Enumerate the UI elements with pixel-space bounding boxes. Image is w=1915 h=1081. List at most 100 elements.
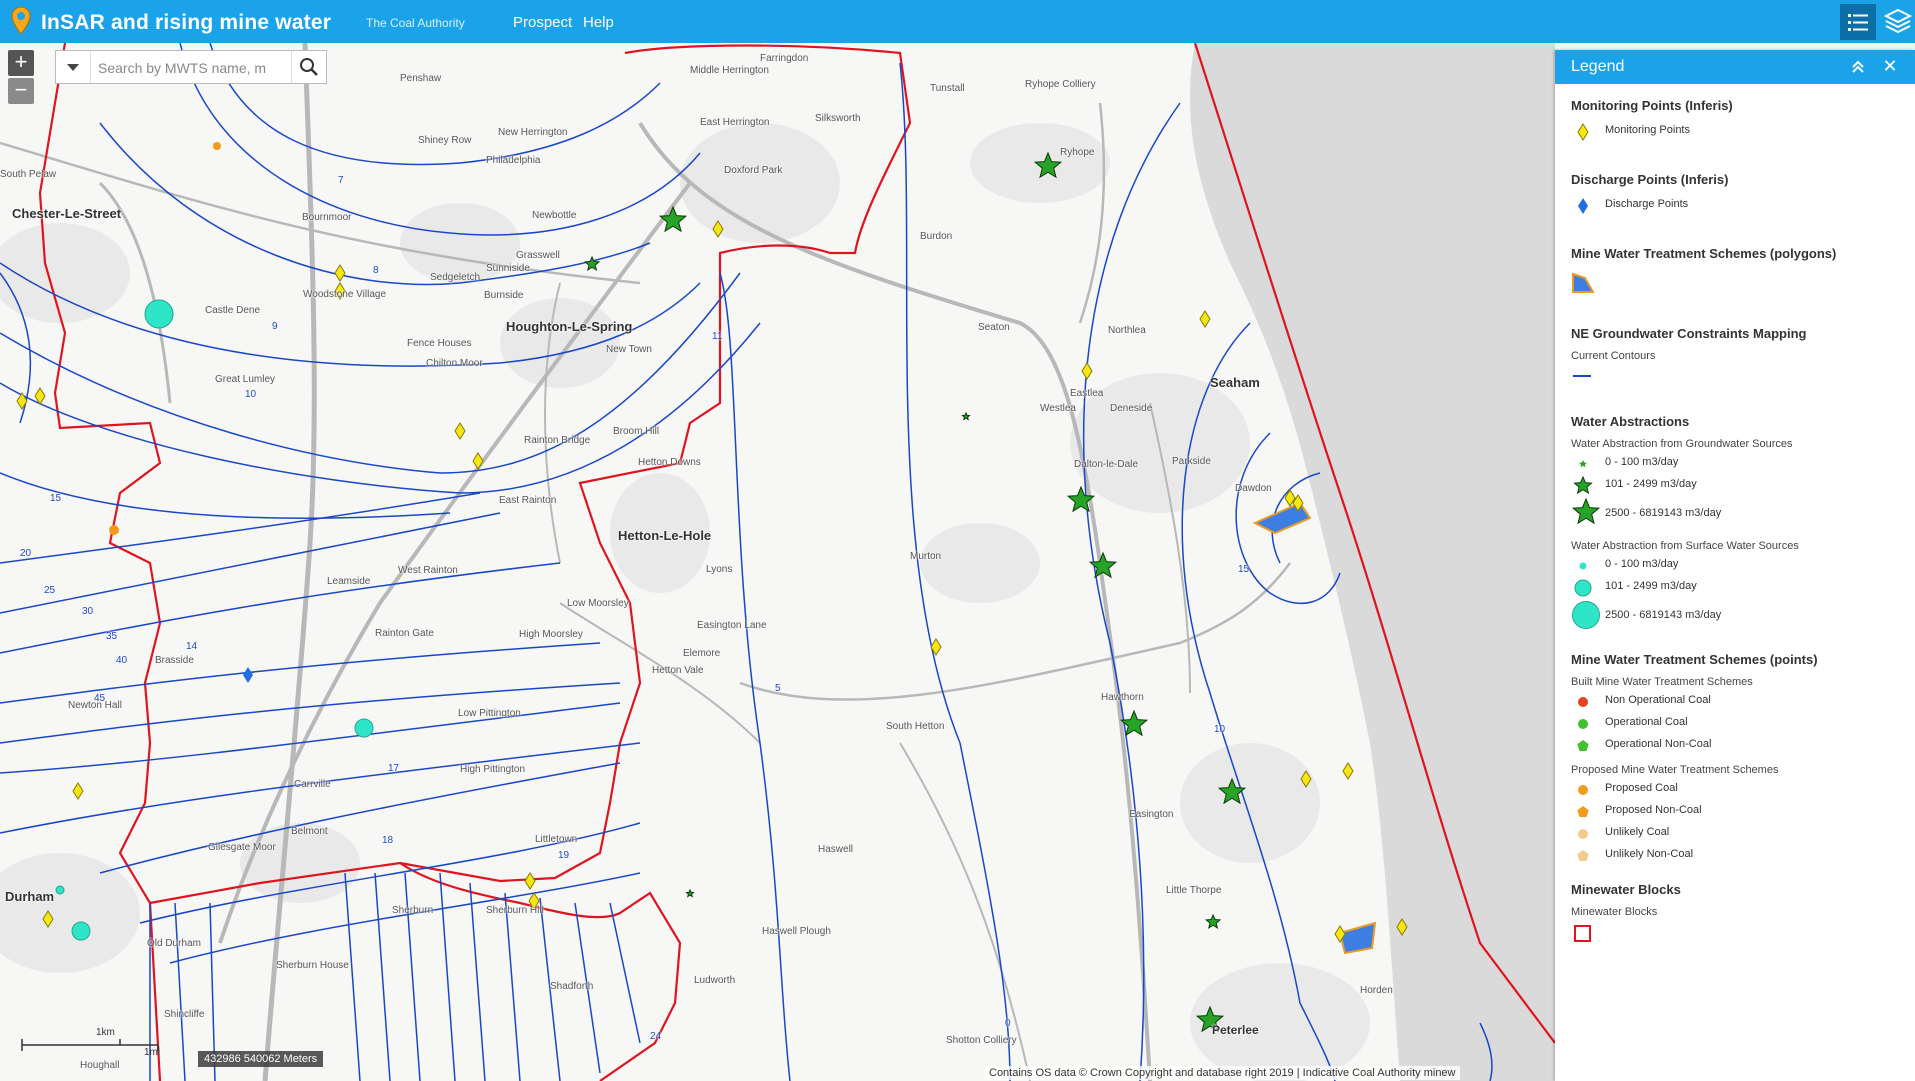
contour-label: 45: [94, 693, 106, 704]
place-label: Eastlea: [1070, 388, 1104, 399]
place-label: Littletown: [535, 834, 578, 845]
place-label: Houghall: [80, 1060, 120, 1071]
place-label: South Hetton: [886, 721, 945, 732]
nav-help[interactable]: Help: [583, 14, 614, 31]
place-label: Easington: [1129, 809, 1174, 820]
scale-bar: 1km 1mi: [20, 1027, 160, 1058]
place-label: Sedgeletch: [430, 272, 481, 283]
contour-label: 17: [388, 763, 400, 774]
legend-subheading: Minewater Blocks: [1571, 906, 1658, 918]
legend-item: 101 - 2499 m3/day: [1571, 474, 1901, 498]
contour-label: 11: [712, 331, 723, 342]
org-link[interactable]: The Coal Authority: [366, 16, 465, 30]
place-label: Hetton-Le-Hole: [618, 528, 712, 543]
legend-item: 2500 - 6819143 m3/day: [1571, 600, 1901, 630]
map-view[interactable]: Chester-Le-Street Houghton-Le-Spring Het…: [0, 43, 1555, 1081]
scale-km-label: 1km: [96, 1027, 115, 1038]
contour-label: 20: [20, 548, 32, 559]
contour-label: 15: [1238, 564, 1250, 575]
legend-item: Monitoring Points: [1571, 120, 1901, 144]
place-label: Sherburn: [392, 905, 434, 916]
place-label: Woodstone Village: [303, 289, 387, 300]
place-label: Murton: [910, 551, 942, 562]
legend-header: Legend ✕: [1555, 50, 1915, 84]
place-label: Doxford Park: [724, 165, 783, 176]
place-label: Hawthorn: [1101, 692, 1144, 703]
legend-item: 0 - 100 m3/day: [1571, 554, 1901, 578]
collapse-icon[interactable]: [1850, 59, 1866, 75]
list-icon: [1848, 14, 1868, 31]
app-header: InSAR and rising mine water The Coal Aut…: [0, 0, 1915, 43]
contour-label: 10: [245, 389, 257, 400]
place-label: Deneside: [1110, 403, 1153, 414]
legend-item-label: Non Operational Coal: [1605, 694, 1711, 706]
legend-subheading: Water Abstraction from Surface Water Sou…: [1571, 540, 1799, 552]
layers-button[interactable]: [1880, 4, 1915, 40]
legend-item-label: Operational Non-Coal: [1605, 738, 1712, 750]
search-button[interactable]: [291, 51, 326, 83]
place-label: Castle Dene: [205, 305, 261, 316]
place-label: Lyons: [706, 564, 733, 575]
place-label: Horden: [1360, 985, 1393, 996]
place-label: Burdon: [920, 231, 953, 242]
place-label: Shiney Row: [418, 135, 472, 146]
small-star-icon: [1579, 460, 1587, 468]
place-label: Westlea: [1040, 403, 1076, 414]
legend-subheading: Proposed Mine Water Treatment Schemes: [1571, 764, 1779, 776]
discharge-points: [243, 667, 253, 683]
contour-label: 8: [373, 265, 379, 276]
legend-heading: Water Abstractions: [1571, 414, 1690, 429]
legend-heading: Discharge Points (Inferis): [1571, 172, 1729, 187]
place-label: Haswell Plough: [762, 926, 831, 937]
place-label: Parkside: [1172, 456, 1211, 467]
place-label: Silksworth: [815, 113, 861, 124]
place-label: Haswell: [818, 844, 854, 855]
tan-dot-icon: [1578, 829, 1588, 839]
place-label: Penshaw: [400, 73, 442, 84]
place-label: Durham: [5, 889, 55, 904]
place-label: Ryhope Colliery: [1025, 79, 1096, 90]
legend-item-label: Unlikely Coal: [1605, 826, 1670, 838]
legend-item: Discharge Points: [1571, 194, 1901, 218]
map-pin-icon: [11, 6, 31, 35]
place-label: Little Thorpe: [1166, 885, 1222, 896]
place-label: Sunniside: [486, 263, 530, 274]
place-label: Chilton Moor: [426, 358, 483, 369]
medium-circle-icon: [1574, 579, 1592, 597]
place-label: New Town: [606, 344, 652, 355]
legend-subheading: Current Contours: [1571, 350, 1656, 362]
search-input[interactable]: [96, 56, 290, 80]
tan-pentagon-icon: [1577, 850, 1589, 861]
close-icon[interactable]: ✕: [1880, 56, 1900, 76]
place-label: Hetton Vale: [652, 665, 704, 676]
legend-heading: Monitoring Points (Inferis): [1571, 98, 1733, 113]
search-source-dropdown[interactable]: [56, 51, 91, 83]
legend-item: 101 - 2499 m3/day: [1571, 576, 1901, 600]
zoom-in-button[interactable]: +: [8, 50, 34, 76]
search-icon: [300, 58, 318, 76]
zoom-out-button[interactable]: −: [8, 78, 34, 104]
yellow-diamond-icon: [1577, 123, 1589, 141]
green-dot-icon: [1578, 719, 1588, 729]
legend-item-label: Proposed Coal: [1605, 782, 1678, 794]
legend-toggle-button[interactable]: [1840, 4, 1876, 40]
search-box: [55, 50, 327, 84]
legend-item-label: 2500 - 6819143 m3/day: [1605, 609, 1722, 621]
place-label: Fence Houses: [407, 338, 472, 349]
place-label: Gilesgate Moor: [208, 842, 276, 853]
place-label: Dawdon: [1235, 483, 1272, 494]
nav-prospect[interactable]: Prospect: [513, 14, 572, 31]
legend-item: [1571, 364, 1901, 388]
contour-label: 0: [1005, 1018, 1011, 1029]
legend-item: [1571, 272, 1901, 296]
large-circle-icon: [1572, 601, 1600, 629]
legend-item-label: Proposed Non-Coal: [1605, 804, 1702, 816]
legend-item-label: 0 - 100 m3/day: [1605, 558, 1679, 570]
contour-label: 10: [1214, 724, 1226, 735]
place-label: Newbottle: [532, 210, 577, 221]
place-label: Sherburn House: [276, 960, 349, 971]
orange-pentagon-icon: [1577, 806, 1589, 817]
place-label: Leamside: [327, 576, 371, 587]
place-label: Tunstall: [930, 83, 965, 94]
legend-subheading: Built Mine Water Treatment Schemes: [1571, 676, 1753, 688]
